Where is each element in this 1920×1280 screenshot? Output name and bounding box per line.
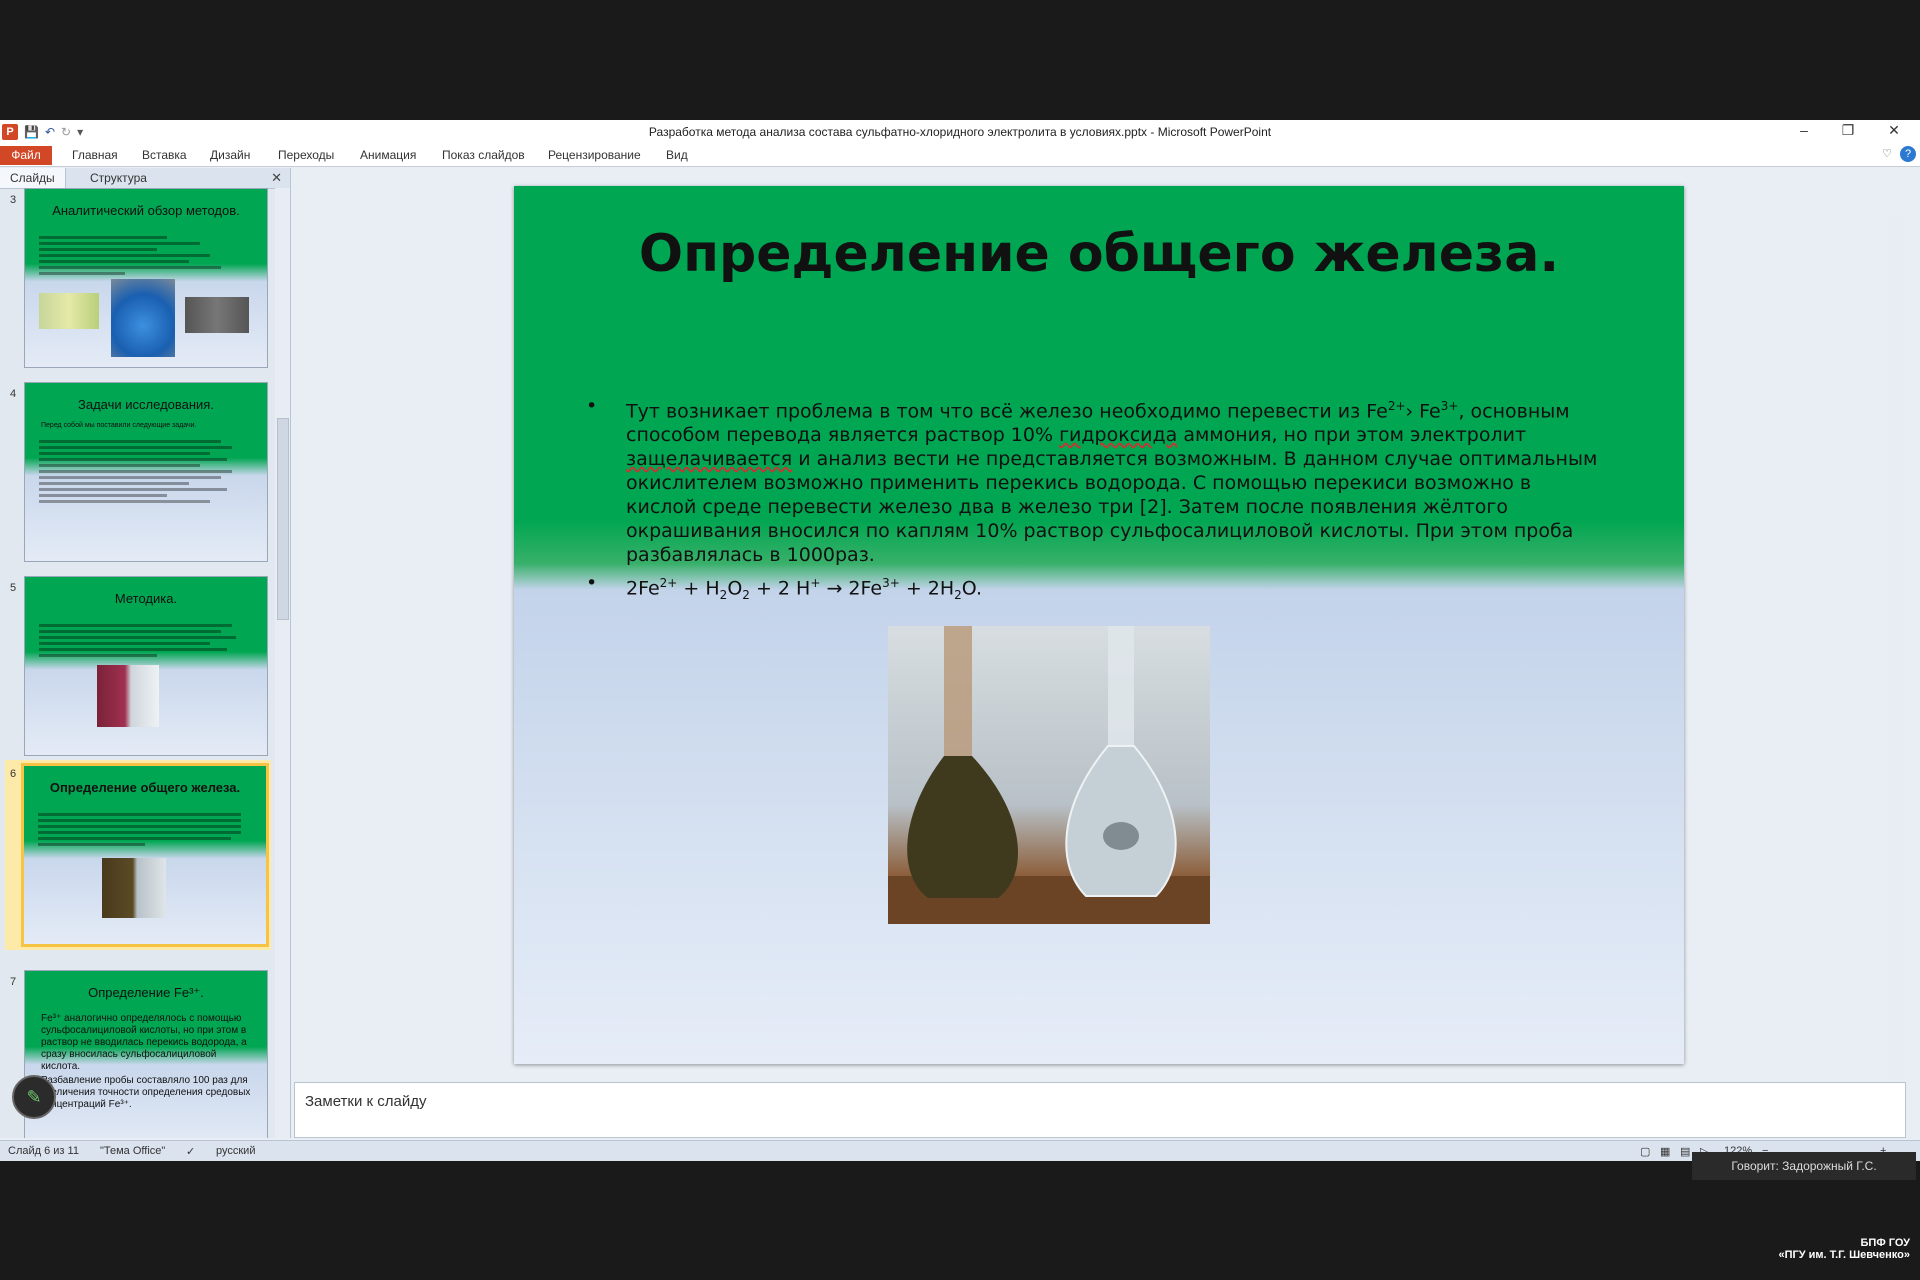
bullet-item: • 2Fe2+ + H2O2 + 2 H+ → 2Fe3+ + 2H2O.	[586, 571, 1604, 607]
annotation-pen-icon[interactable]: ✎	[12, 1075, 56, 1119]
help-icon[interactable]: ?	[1900, 146, 1916, 162]
editor-scrollbar[interactable]	[1888, 216, 1904, 1126]
tab-outline[interactable]: Структура	[80, 168, 157, 188]
window-title: Разработка метода анализа состава сульфа…	[648, 125, 1272, 139]
thumb-text-lines	[39, 621, 253, 660]
thumb-number: 3	[10, 194, 17, 206]
language-indicator[interactable]: русский	[216, 1145, 255, 1157]
thumb-number: 5	[10, 582, 17, 594]
slide-body[interactable]: • Тут возникает проблема в том что всё ж…	[586, 394, 1604, 607]
slide-editor: Определение общего железа. • Тут возника…	[292, 168, 1904, 1126]
slide-thumbnail-6[interactable]: Определение общего железа.	[21, 763, 269, 947]
powerpoint-window: P 💾 ↶ ↻ ▾ Разработка метода анализа сост…	[0, 120, 1920, 1161]
thumb-photo-blue	[111, 279, 175, 357]
thumb-number: 7	[10, 976, 17, 988]
tab-slides[interactable]: Слайды	[0, 168, 66, 188]
status-bar: Слайд 6 из 11 "Тема Office" ✓ русский ▢ …	[0, 1140, 1920, 1161]
watermark-line: «ПГУ им. Т.Г. Шевченко»	[1778, 1249, 1910, 1261]
thumb-text-lines	[38, 810, 252, 849]
tab-slideshow[interactable]: Показ слайдов	[442, 148, 525, 162]
panel-scroll-thumb[interactable]	[277, 418, 289, 620]
slide-thumbnail-5[interactable]: Методика.	[24, 576, 268, 756]
tab-view[interactable]: Вид	[666, 148, 688, 162]
current-slide[interactable]: Определение общего железа. • Тут возника…	[514, 186, 1684, 1064]
thumb-number: 6	[10, 768, 17, 780]
slide-counter: Слайд 6 из 11	[8, 1145, 79, 1157]
thumb-text: Fe³⁺ аналогично определялось с помощью с…	[41, 1013, 257, 1111]
minimize-icon[interactable]: –	[1784, 122, 1824, 142]
thumb-photo-flasks	[102, 858, 166, 918]
slide-thumbnail-4[interactable]: Задачи исследования. Перед собой мы пост…	[24, 382, 268, 562]
panel-tabs: Слайды Структура ✕	[0, 168, 290, 189]
slides-panel: Слайды Структура ✕ 3 Аналитический обзор…	[0, 168, 291, 1138]
reading-view-icon[interactable]: ▤	[1680, 1145, 1690, 1158]
bullet-symbol: •	[586, 395, 598, 417]
equation-text: 2Fe2+ + H2O2 + 2 H+ → 2Fe3+ + 2H2O.	[626, 576, 983, 603]
restore-icon[interactable]: ❐	[1828, 122, 1868, 142]
thumb-photo-flasks	[97, 665, 159, 727]
title-bar: P 💾 ↶ ↻ ▾ Разработка метода анализа сост…	[0, 120, 1920, 144]
ribbon-collapse-icon[interactable]: ♡	[1882, 147, 1892, 160]
thumbnail-list: 3 Аналитический обзор методов. 4 Задачи …	[0, 188, 275, 1138]
thumb-title: Определение общего железа.	[49, 780, 241, 795]
tab-animation[interactable]: Анимация	[360, 148, 416, 162]
thumb-text-lines	[39, 437, 253, 506]
theme-name[interactable]: "Тема Office"	[100, 1145, 165, 1157]
flasks-photo-drawing	[888, 626, 1210, 924]
flasks-photo[interactable]	[888, 626, 1210, 924]
tab-file[interactable]: Файл	[0, 146, 52, 165]
tab-home[interactable]: Главная	[72, 148, 118, 162]
thumb-bullet: Разбавление пробы составляло 100 раз для…	[41, 1075, 251, 1110]
tab-design[interactable]: Дизайн	[210, 148, 250, 162]
bullet-text: Тут возникает проблема в том что всё жел…	[626, 399, 1598, 567]
thumb-title: Аналитический обзор методов.	[52, 203, 240, 218]
tab-review[interactable]: Рецензирование	[548, 148, 641, 162]
panel-close-icon[interactable]: ✕	[271, 170, 282, 186]
tab-transitions[interactable]: Переходы	[278, 148, 334, 162]
thumb-intro: Перед собой мы поставили следующие задач…	[41, 422, 197, 429]
sorter-view-icon[interactable]: ▦	[1660, 1145, 1670, 1158]
watermark-line: БПФ ГОУ	[1860, 1237, 1910, 1249]
ribbon-tabs: Файл Главная Вставка Дизайн Переходы Ани…	[0, 144, 1920, 167]
slide-title[interactable]: Определение общего железа.	[514, 224, 1684, 284]
slide-thumbnail-3[interactable]: Аналитический обзор методов.	[24, 188, 268, 368]
notes-placeholder[interactable]: Заметки к слайду	[305, 1093, 427, 1110]
slide-thumbnail-7[interactable]: Определение Fe³⁺. Fe³⁺ аналогично опреде…	[24, 970, 268, 1138]
speaker-indicator: Говорит: Задорожный Г.С.	[1692, 1152, 1916, 1180]
spellcheck-icon[interactable]: ✓	[186, 1145, 195, 1158]
bullet-item: • Тут возникает проблема в том что всё ж…	[586, 394, 1604, 567]
thumb-text-lines	[39, 233, 253, 278]
bullet-symbol: •	[586, 572, 598, 595]
thumb-bullet: Fe³⁺ аналогично определялось с помощью с…	[41, 1013, 247, 1072]
tab-insert[interactable]: Вставка	[142, 148, 187, 162]
notes-pane[interactable]: Заметки к слайду	[294, 1082, 1906, 1138]
thumb-photo-cylinders	[185, 297, 249, 333]
thumb-title: Методика.	[114, 591, 178, 606]
close-icon[interactable]: ✕	[1874, 122, 1914, 142]
panel-scrollbar[interactable]	[275, 188, 290, 1138]
thumb-title: Задачи исследования.	[78, 397, 214, 412]
thumb-title: Определение Fe³⁺.	[88, 985, 204, 1000]
watermark: БПФ ГОУ «ПГУ им. Т.Г. Шевченко»	[1778, 1237, 1910, 1261]
thumb-photo-tubes	[39, 293, 99, 329]
thumb-number: 4	[10, 388, 17, 400]
normal-view-icon[interactable]: ▢	[1640, 1145, 1650, 1158]
